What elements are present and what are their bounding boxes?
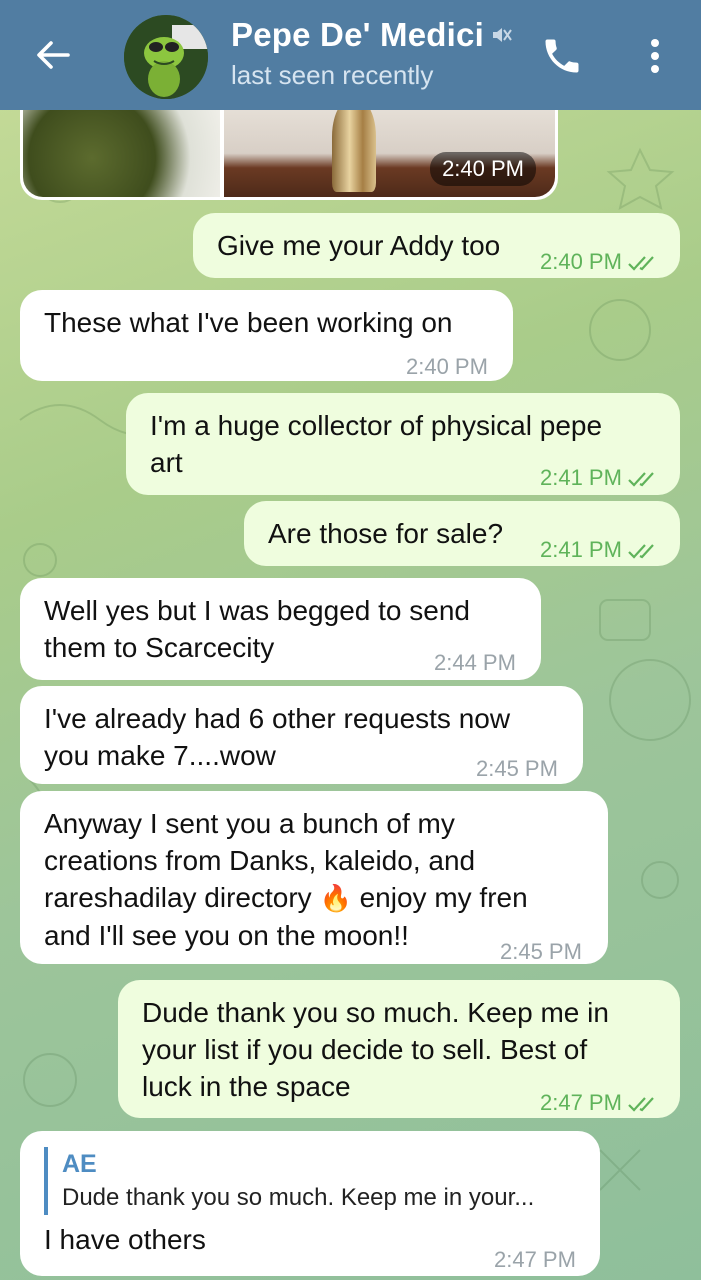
incoming-message[interactable]: Well yes but I was begged to send them t…	[20, 578, 541, 680]
message-time: 2:47 PM	[494, 1247, 576, 1272]
message-time: 2:41 PM	[540, 465, 622, 490]
photo-thumbnail[interactable]	[23, 100, 220, 197]
message-time: 2:40 PM	[540, 249, 622, 274]
message-text: Well yes but I was begged to send them t…	[44, 595, 470, 663]
outgoing-message[interactable]: Dude thank you so much. Keep me in your …	[118, 980, 680, 1118]
frog-avatar-icon	[124, 15, 208, 99]
double-check-icon	[628, 256, 654, 271]
chat-header: Pepe De' Medici last seen recently	[0, 0, 701, 110]
outgoing-message[interactable]: Give me your Addy too 2:40 PM	[193, 213, 680, 278]
message-time: 2:47 PM	[540, 1090, 622, 1115]
foil-sculpture-image	[332, 100, 376, 192]
incoming-message[interactable]: I've already had 6 other requests now yo…	[20, 686, 583, 784]
media-album-message[interactable]: 2:40 PM	[20, 100, 558, 200]
message-text: Are those for sale?	[268, 518, 504, 549]
reply-quote[interactable]: AE Dude thank you so much. Keep me in yo…	[44, 1147, 600, 1215]
reply-preview: Dude thank you so much. Keep me in your.…	[62, 1184, 535, 1211]
message-time: 2:45 PM	[476, 756, 558, 781]
message-text: Dude thank you so much. Keep me in your …	[142, 997, 609, 1102]
message-time: 2:40 PM	[430, 152, 536, 186]
more-vertical-icon	[651, 39, 659, 73]
outgoing-message[interactable]: I'm a huge collector of physical pepe ar…	[126, 393, 680, 495]
reply-author: AE	[62, 1150, 97, 1178]
chat-title-area[interactable]: Pepe De' Medici last seen recently	[231, 16, 512, 91]
incoming-message[interactable]: These what I've been working on 2:40 PM	[20, 290, 513, 381]
message-text: I have others	[44, 1224, 206, 1255]
fire-emoji-icon: 🔥	[319, 883, 352, 913]
message-text: Anyway I sent you a bunch of my creation…	[44, 808, 528, 951]
back-button[interactable]	[30, 32, 76, 78]
double-check-icon	[628, 472, 654, 487]
phone-icon	[545, 39, 579, 73]
contact-status: last seen recently	[231, 60, 434, 90]
message-text: Give me your Addy too	[217, 230, 501, 261]
double-check-icon	[628, 544, 654, 559]
double-check-icon	[628, 1097, 654, 1112]
message-text: I'm a huge collector of physical pepe ar…	[150, 410, 603, 478]
message-time: 2:40 PM	[406, 354, 488, 379]
muted-icon	[492, 28, 512, 42]
message-time: 2:44 PM	[434, 650, 516, 675]
avatar[interactable]	[124, 15, 208, 99]
incoming-message[interactable]: Anyway I sent you a bunch of my creation…	[20, 791, 608, 964]
call-button[interactable]	[540, 34, 584, 78]
back-arrow-icon	[37, 41, 70, 69]
message-text: I've already had 6 other requests now yo…	[44, 703, 511, 771]
message-time: 2:41 PM	[540, 537, 622, 562]
incoming-message[interactable]: AE Dude thank you so much. Keep me in yo…	[20, 1131, 600, 1276]
message-text: These what I've been working on	[44, 307, 453, 338]
more-options-button[interactable]	[640, 34, 670, 78]
message-time: 2:45 PM	[500, 939, 582, 964]
outgoing-message[interactable]: Are those for sale? 2:41 PM	[244, 501, 680, 566]
contact-name: Pepe De' Medici	[231, 16, 484, 53]
